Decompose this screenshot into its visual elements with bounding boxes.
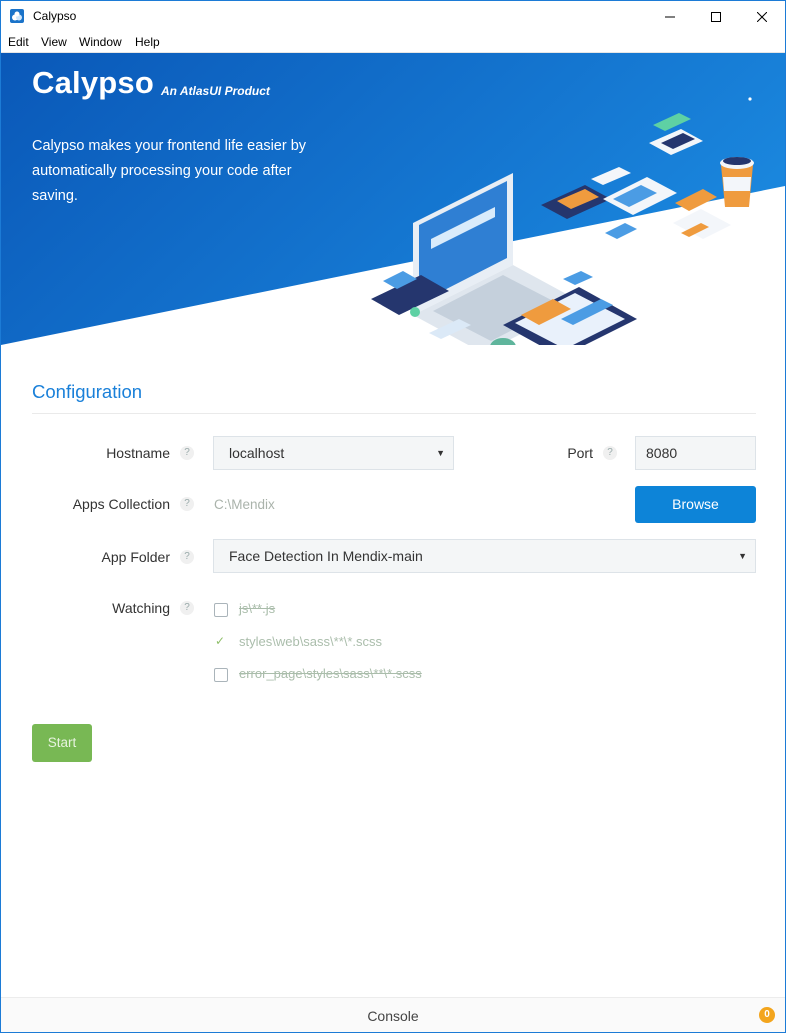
brand-tagline: An AtlasUI Product (161, 84, 270, 98)
console-bar[interactable]: Console (1, 997, 785, 1032)
apps-collection-label: Apps Collection (72, 496, 170, 512)
port-value: 8080 (646, 445, 678, 461)
port-label: Port (567, 445, 593, 461)
watching-help-icon[interactable]: ? (180, 601, 194, 615)
watching-label: Watching (112, 600, 170, 616)
app-folder-value: Face Detection In Mendix-main (229, 548, 423, 564)
app-window: Calypso Edit View Window Help Calypso An… (0, 0, 786, 1033)
app-folder-label: App Folder (101, 549, 170, 565)
close-icon (757, 11, 767, 22)
calypso-app-icon (10, 9, 24, 23)
chevron-down-icon: ▼ (436, 448, 445, 458)
menu-bar: Edit View Window Help (1, 32, 785, 53)
brand-title: Calypso (32, 65, 154, 100)
section-divider (32, 413, 756, 414)
browse-button[interactable]: Browse (635, 486, 756, 523)
minimize-button[interactable] (647, 1, 693, 32)
watch-checkbox-js[interactable] (214, 603, 228, 617)
port-input[interactable]: 8080 (635, 436, 756, 470)
chevron-down-icon: ▼ (738, 551, 747, 561)
menu-item-edit[interactable]: Edit (8, 35, 29, 49)
menu-item-window[interactable]: Window (79, 35, 122, 49)
port-help-icon[interactable]: ? (603, 446, 617, 460)
maximize-button[interactable] (693, 1, 739, 32)
apps-collection-path: C:\Mendix (214, 497, 275, 512)
moon-icon[interactable] (735, 71, 759, 107)
console-label[interactable]: Console (1, 1008, 785, 1024)
close-button[interactable] (739, 1, 785, 32)
hostname-label: Hostname (106, 445, 170, 461)
hostname-value: localhost (229, 445, 285, 461)
hero-description: Calypso makes your frontend life easier … (32, 138, 307, 204)
watch-item-error-page: error_page\styles\sass\**\*.scss (239, 666, 422, 681)
hostname-help-icon[interactable]: ? (180, 446, 194, 460)
checkmark-icon[interactable]: ✓ (215, 634, 225, 648)
menu-item-help[interactable]: Help (135, 35, 160, 49)
minimize-icon (665, 16, 675, 17)
title-bar: Calypso (1, 1, 785, 32)
watch-checkbox-error-page[interactable] (214, 668, 228, 682)
maximize-icon (711, 11, 721, 22)
app-folder-help-icon[interactable]: ? (180, 550, 194, 564)
hostname-select[interactable]: localhost ▼ (213, 436, 454, 470)
watch-item-styles: styles\web\sass\**\*.scss (239, 634, 383, 649)
configuration-title: Configuration (32, 381, 143, 402)
menu-item-view[interactable]: View (41, 35, 67, 49)
apps-collection-help-icon[interactable]: ? (180, 497, 194, 511)
console-count-badge: 0 (759, 1007, 775, 1023)
window-title: Calypso (33, 9, 77, 23)
start-button[interactable]: Start (32, 724, 92, 762)
app-folder-select[interactable]: Face Detection In Mendix-main ▼ (213, 539, 756, 573)
watch-item-js: js\**.js (239, 601, 276, 616)
